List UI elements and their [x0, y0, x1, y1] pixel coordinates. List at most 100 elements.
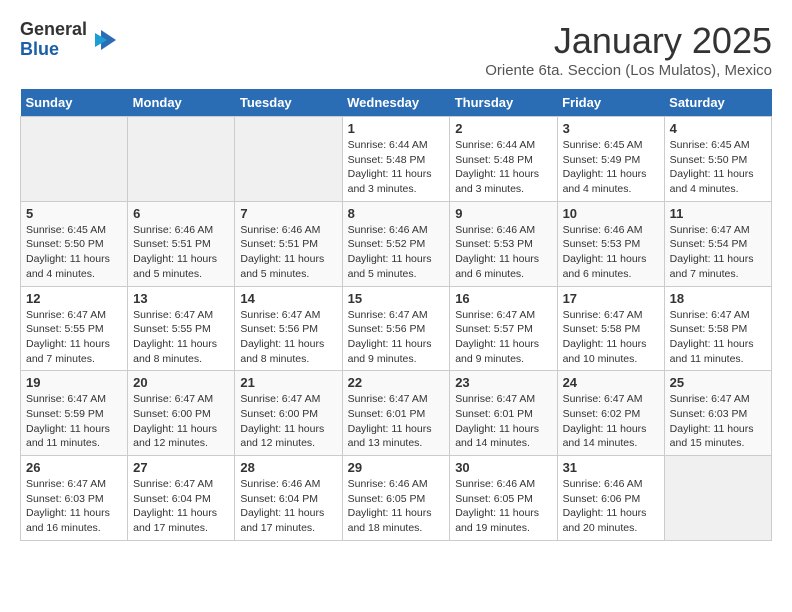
calendar-week-3: 12 Sunrise: 6:47 AM Sunset: 5:55 PM Dayli… [21, 286, 772, 371]
calendar-cell: 4 Sunrise: 6:45 AM Sunset: 5:50 PM Daylig… [664, 117, 771, 202]
calendar-cell: 26 Sunrise: 6:47 AM Sunset: 6:03 PM Dayli… [21, 456, 128, 541]
day-info: Sunrise: 6:47 AM Sunset: 5:56 PM Dayligh… [348, 308, 445, 367]
day-info: Sunrise: 6:46 AM Sunset: 5:51 PM Dayligh… [133, 223, 229, 282]
calendar-cell: 10Sunrise: 6:46 AM Sunset: 5:53 PM Dayli… [557, 201, 664, 286]
day-info: Sunrise: 6:46 AM Sunset: 6:06 PM Dayligh… [563, 477, 659, 536]
day-number: 24 [563, 375, 659, 390]
day-number: 11 [670, 206, 766, 221]
day-number: 22 [348, 375, 445, 390]
calendar-table: SundayMondayTuesdayWednesdayThursdayFrid… [20, 89, 772, 541]
calendar-cell [235, 117, 342, 202]
header-tuesday: Tuesday [235, 89, 342, 117]
title-block: January 2025 Oriente 6ta. Seccion (Los M… [485, 20, 772, 79]
day-number: 27 [133, 460, 229, 475]
header-sunday: Sunday [21, 89, 128, 117]
day-info: Sunrise: 6:46 AM Sunset: 5:53 PM Dayligh… [455, 223, 551, 282]
day-info: Sunrise: 6:46 AM Sunset: 6:05 PM Dayligh… [348, 477, 445, 536]
calendar-cell [128, 117, 235, 202]
day-number: 17 [563, 291, 659, 306]
calendar-cell: 30 Sunrise: 6:46 AM Sunset: 6:05 PM Dayli… [450, 456, 557, 541]
subtitle: Oriente 6ta. Seccion (Los Mulatos), Mexi… [485, 62, 772, 79]
day-number: 13 [133, 291, 229, 306]
calendar-cell: 19 Sunrise: 6:47 AM Sunset: 5:59 PM Dayli… [21, 371, 128, 456]
day-number: 4 [670, 121, 766, 136]
calendar-cell [664, 456, 771, 541]
header-monday: Monday [128, 89, 235, 117]
day-number: 2 [455, 121, 551, 136]
day-number: 12 [26, 291, 122, 306]
day-number: 6 [133, 206, 229, 221]
calendar-cell: 23 Sunrise: 6:47 AM Sunset: 6:01 PM Dayli… [450, 371, 557, 456]
calendar-week-4: 19 Sunrise: 6:47 AM Sunset: 5:59 PM Dayli… [21, 371, 772, 456]
day-info: Sunrise: 6:46 AM Sunset: 5:53 PM Dayligh… [563, 223, 659, 282]
calendar-cell: 17 Sunrise: 6:47 AM Sunset: 5:58 PM Dayli… [557, 286, 664, 371]
calendar-cell: 27 Sunrise: 6:47 AM Sunset: 6:04 PM Dayli… [128, 456, 235, 541]
calendar-cell: 12 Sunrise: 6:47 AM Sunset: 5:55 PM Dayli… [21, 286, 128, 371]
day-info: Sunrise: 6:45 AM Sunset: 5:49 PM Dayligh… [563, 138, 659, 197]
day-info: Sunrise: 6:47 AM Sunset: 6:04 PM Dayligh… [133, 477, 229, 536]
month-title: January 2025 [485, 20, 772, 62]
day-info: Sunrise: 6:47 AM Sunset: 5:58 PM Dayligh… [563, 308, 659, 367]
day-number: 29 [348, 460, 445, 475]
day-info: Sunrise: 6:46 AM Sunset: 5:52 PM Dayligh… [348, 223, 445, 282]
logo-blue: Blue [20, 40, 87, 60]
day-number: 9 [455, 206, 551, 221]
day-number: 26 [26, 460, 122, 475]
calendar-cell: 11 Sunrise: 6:47 AM Sunset: 5:54 PM Dayli… [664, 201, 771, 286]
day-info: Sunrise: 6:47 AM Sunset: 5:59 PM Dayligh… [26, 392, 122, 451]
day-info: Sunrise: 6:46 AM Sunset: 6:05 PM Dayligh… [455, 477, 551, 536]
logo: General Blue [20, 20, 121, 60]
day-info: Sunrise: 6:47 AM Sunset: 6:00 PM Dayligh… [133, 392, 229, 451]
day-number: 30 [455, 460, 551, 475]
day-number: 18 [670, 291, 766, 306]
calendar-cell: 6 Sunrise: 6:46 AM Sunset: 5:51 PM Daylig… [128, 201, 235, 286]
day-info: Sunrise: 6:44 AM Sunset: 5:48 PM Dayligh… [455, 138, 551, 197]
day-info: Sunrise: 6:47 AM Sunset: 6:01 PM Dayligh… [455, 392, 551, 451]
day-info: Sunrise: 6:47 AM Sunset: 6:03 PM Dayligh… [670, 392, 766, 451]
calendar-cell: 29 Sunrise: 6:46 AM Sunset: 6:05 PM Dayli… [342, 456, 450, 541]
day-number: 19 [26, 375, 122, 390]
calendar-cell: 8Sunrise: 6:46 AM Sunset: 5:52 PM Daylig… [342, 201, 450, 286]
calendar-cell: 20 Sunrise: 6:47 AM Sunset: 6:00 PM Dayli… [128, 371, 235, 456]
calendar-cell: 1 Sunrise: 6:44 AM Sunset: 5:48 PM Daylig… [342, 117, 450, 202]
calendar-cell: 7Sunrise: 6:46 AM Sunset: 5:51 PM Daylig… [235, 201, 342, 286]
day-info: Sunrise: 6:47 AM Sunset: 5:57 PM Dayligh… [455, 308, 551, 367]
day-number: 31 [563, 460, 659, 475]
day-info: Sunrise: 6:47 AM Sunset: 5:54 PM Dayligh… [670, 223, 766, 282]
calendar-cell: 16 Sunrise: 6:47 AM Sunset: 5:57 PM Dayli… [450, 286, 557, 371]
day-info: Sunrise: 6:47 AM Sunset: 6:00 PM Dayligh… [240, 392, 336, 451]
day-info: Sunrise: 6:47 AM Sunset: 5:58 PM Dayligh… [670, 308, 766, 367]
day-number: 7 [240, 206, 336, 221]
day-info: Sunrise: 6:44 AM Sunset: 5:48 PM Dayligh… [348, 138, 445, 197]
header-wednesday: Wednesday [342, 89, 450, 117]
day-number: 25 [670, 375, 766, 390]
day-number: 1 [348, 121, 445, 136]
calendar-cell: 2 Sunrise: 6:44 AM Sunset: 5:48 PM Daylig… [450, 117, 557, 202]
day-number: 28 [240, 460, 336, 475]
page-header: General Blue January 2025 Oriente 6ta. S… [20, 20, 772, 79]
day-number: 16 [455, 291, 551, 306]
calendar-cell: 9 Sunrise: 6:46 AM Sunset: 5:53 PM Daylig… [450, 201, 557, 286]
calendar-cell: 14Sunrise: 6:47 AM Sunset: 5:56 PM Dayli… [235, 286, 342, 371]
day-info: Sunrise: 6:47 AM Sunset: 6:01 PM Dayligh… [348, 392, 445, 451]
calendar-cell: 25 Sunrise: 6:47 AM Sunset: 6:03 PM Dayli… [664, 371, 771, 456]
day-number: 20 [133, 375, 229, 390]
calendar-cell: 13Sunrise: 6:47 AM Sunset: 5:55 PM Dayli… [128, 286, 235, 371]
calendar-cell: 21Sunrise: 6:47 AM Sunset: 6:00 PM Dayli… [235, 371, 342, 456]
calendar-week-5: 26 Sunrise: 6:47 AM Sunset: 6:03 PM Dayli… [21, 456, 772, 541]
calendar-cell: 28Sunrise: 6:46 AM Sunset: 6:04 PM Dayli… [235, 456, 342, 541]
day-number: 23 [455, 375, 551, 390]
calendar-cell [21, 117, 128, 202]
header-thursday: Thursday [450, 89, 557, 117]
day-info: Sunrise: 6:45 AM Sunset: 5:50 PM Dayligh… [670, 138, 766, 197]
day-info: Sunrise: 6:47 AM Sunset: 6:02 PM Dayligh… [563, 392, 659, 451]
day-number: 14 [240, 291, 336, 306]
day-info: Sunrise: 6:47 AM Sunset: 5:55 PM Dayligh… [26, 308, 122, 367]
calendar-cell: 5Sunrise: 6:45 AM Sunset: 5:50 PM Daylig… [21, 201, 128, 286]
day-info: Sunrise: 6:45 AM Sunset: 5:50 PM Dayligh… [26, 223, 122, 282]
calendar-week-2: 5Sunrise: 6:45 AM Sunset: 5:50 PM Daylig… [21, 201, 772, 286]
day-info: Sunrise: 6:47 AM Sunset: 6:03 PM Dayligh… [26, 477, 122, 536]
calendar-week-1: 1 Sunrise: 6:44 AM Sunset: 5:48 PM Daylig… [21, 117, 772, 202]
calendar-cell: 22 Sunrise: 6:47 AM Sunset: 6:01 PM Dayli… [342, 371, 450, 456]
calendar-cell: 24 Sunrise: 6:47 AM Sunset: 6:02 PM Dayli… [557, 371, 664, 456]
